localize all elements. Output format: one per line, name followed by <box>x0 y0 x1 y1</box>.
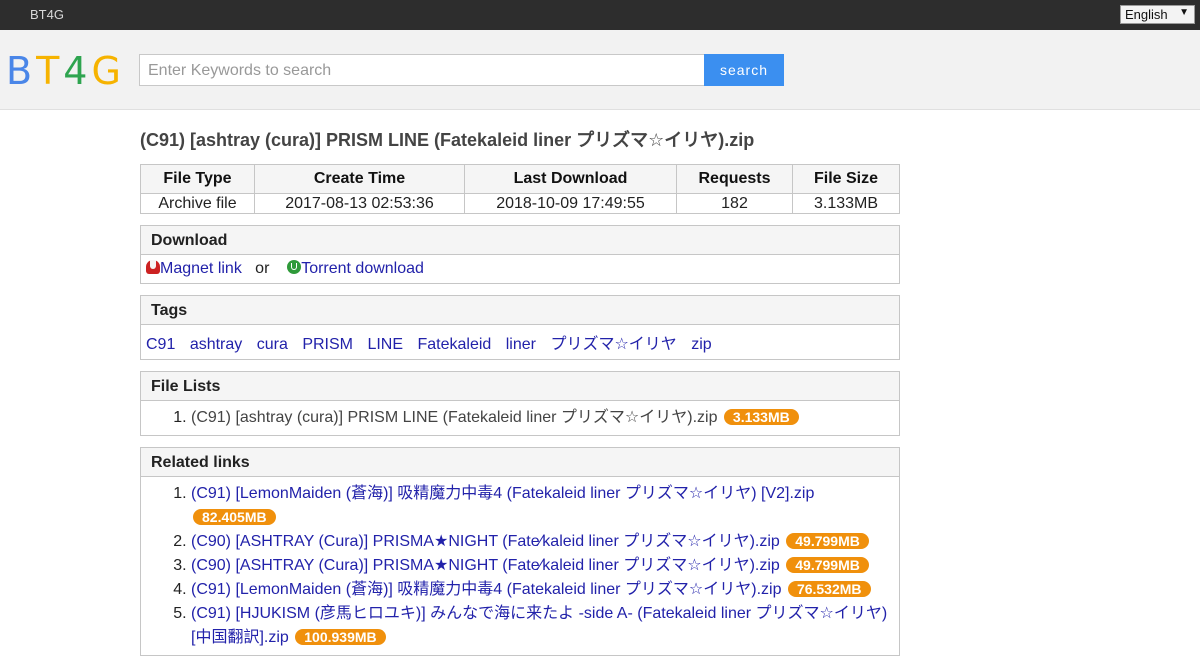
last-download-value: 2018-10-09 17:49:55 <box>464 193 677 214</box>
list-item: (C91) [LemonMaiden (蒼海)] 吸精魔力中毒4 (Fateka… <box>191 482 894 530</box>
tag-link[interactable]: cura <box>257 336 288 353</box>
file-info-table: File Type Create Time Last Download Requ… <box>140 164 900 214</box>
size-badge: 3.133MB <box>723 409 799 425</box>
download-panel: Download Magnet link or Torrent download <box>140 225 900 284</box>
or-text: or <box>255 260 270 277</box>
magnet-link[interactable]: Magnet link <box>160 260 242 277</box>
tag-link[interactable]: PRISM <box>302 336 353 353</box>
size-badge: 49.799MB <box>786 557 869 573</box>
tag-link[interactable]: liner <box>506 336 536 353</box>
tags-panel: Tags C91 ashtray cura PRISM LINE Fatekal… <box>140 295 900 360</box>
list-item: (C90) [ASHTRAY (Cura)] PRISMA★NIGHT (Fat… <box>191 554 894 578</box>
search-input[interactable]: Enter Keywords to search <box>139 54 705 86</box>
tag-list: C91 ashtray cura PRISM LINE Fatekaleid l… <box>141 325 899 359</box>
file-info-header-row: File Type Create Time Last Download Requ… <box>140 164 900 194</box>
logo-letter-t: T <box>36 49 64 93</box>
related-link[interactable]: (C90) [ASHTRAY (Cura)] PRISMA★NIGHT (Fat… <box>191 557 780 574</box>
download-heading: Download <box>141 226 899 255</box>
file-lists-panel: File Lists (C91) [ashtray (cura)] PRISM … <box>140 371 900 436</box>
tag-link[interactable]: LINE <box>367 336 403 353</box>
requests-value: 182 <box>676 193 793 214</box>
chevron-down-icon: ▼ <box>1179 7 1189 18</box>
page-title: (C91) [ashtray (cura)] PRISM LINE (Fatek… <box>140 130 755 150</box>
search-button[interactable]: search <box>704 54 784 86</box>
file-lists-heading: File Lists <box>141 372 899 401</box>
tag-link[interactable]: C91 <box>146 336 175 353</box>
tag-link[interactable]: zip <box>691 336 711 353</box>
related-list: (C91) [LemonMaiden (蒼海)] 吸精魔力中毒4 (Fateka… <box>146 482 894 650</box>
tag-link[interactable]: プリズマ☆イリヤ <box>550 336 676 353</box>
related-links-heading: Related links <box>141 448 899 477</box>
language-select[interactable]: English ▼ <box>1120 5 1195 24</box>
size-badge: 49.799MB <box>786 533 869 549</box>
tags-heading: Tags <box>141 296 899 325</box>
list-item: (C90) [ASHTRAY (Cura)] PRISMA★NIGHT (Fat… <box>191 530 894 554</box>
tag-link[interactable]: ashtray <box>190 336 242 353</box>
magnet-icon <box>146 260 160 274</box>
col-create-time: Create Time <box>254 164 465 194</box>
file-name: (C91) [ashtray (cura)] PRISM LINE (Fatek… <box>191 409 718 426</box>
create-time-value: 2017-08-13 02:53:36 <box>254 193 465 214</box>
related-link[interactable]: (C91) [LemonMaiden (蒼海)] 吸精魔力中毒4 (Fateka… <box>191 581 781 598</box>
file-info-row: Archive file 2017-08-13 02:53:36 2018-10… <box>140 193 900 214</box>
header: BT4G Enter Keywords to search search <box>0 30 1200 110</box>
main-content: (C91) [ashtray (cura)] PRISM LINE (Fatek… <box>140 110 900 656</box>
size-badge: 82.405MB <box>193 509 276 525</box>
top-bar: BT4G English ▼ <box>0 0 1200 30</box>
col-requests: Requests <box>676 164 793 194</box>
file-type-value: Archive file <box>140 193 255 214</box>
related-link[interactable]: (C91) [LemonMaiden (蒼海)] 吸精魔力中毒4 (Fateka… <box>191 485 814 502</box>
col-last-download: Last Download <box>464 164 677 194</box>
language-select-value: English <box>1125 7 1168 22</box>
col-file-type: File Type <box>140 164 255 194</box>
related-links-panel: Related links (C91) [LemonMaiden (蒼海)] 吸… <box>140 447 900 656</box>
site-logo[interactable]: BT4G <box>6 52 125 90</box>
file-list: (C91) [ashtray (cura)] PRISM LINE (Fatek… <box>146 406 894 430</box>
logo-letter-4: 4 <box>63 49 92 93</box>
torrent-icon <box>287 260 302 274</box>
logo-letter-b: B <box>6 49 37 93</box>
list-item: (C91) [HJUKISM (彦馬ヒロユキ)] みんなで海に来たよ -side… <box>191 602 894 650</box>
top-brand-link[interactable]: BT4G <box>30 7 64 22</box>
logo-letter-g: G <box>91 49 125 93</box>
list-item: (C91) [LemonMaiden (蒼海)] 吸精魔力中毒4 (Fateka… <box>191 578 894 602</box>
related-link[interactable]: (C90) [ASHTRAY (Cura)] PRISMA★NIGHT (Fat… <box>191 533 780 550</box>
file-size-value: 3.133MB <box>792 193 900 214</box>
col-file-size: File Size <box>792 164 900 194</box>
tag-link[interactable]: Fatekaleid <box>417 336 491 353</box>
size-badge: 76.532MB <box>787 581 871 597</box>
torrent-download-link[interactable]: Torrent download <box>301 260 424 277</box>
size-badge: 100.939MB <box>295 629 386 645</box>
list-item: (C91) [ashtray (cura)] PRISM LINE (Fatek… <box>191 406 894 430</box>
